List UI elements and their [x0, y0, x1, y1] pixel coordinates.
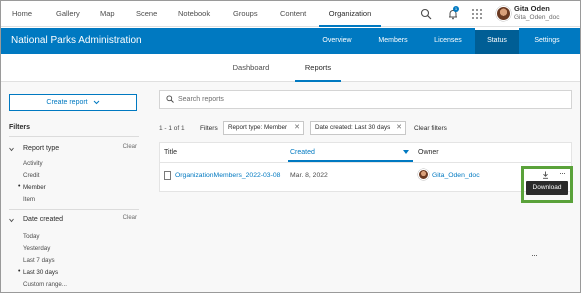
owner-avatar [418, 169, 429, 180]
filter-option-last-30-days[interactable]: Last 30 days [23, 269, 58, 276]
chevron-down-icon [93, 100, 99, 104]
filter-option-last-7-days[interactable]: Last 7 days [23, 257, 55, 264]
report-type-clear[interactable]: Clear [123, 144, 137, 150]
date-created-header[interactable]: Date created [23, 216, 63, 223]
content-area: Create report Filters Report type Clear … [1, 82, 580, 292]
top-navigation: Home Gallery Map Scene Notebook Groups C… [1, 1, 580, 27]
org-banner: National Parks Administration Overview M… [1, 28, 580, 54]
chip-label: Report type: Member [228, 124, 288, 131]
notification-badge: 1 [453, 6, 459, 12]
app-launcher-icon[interactable] [471, 8, 483, 20]
filter-option-credit[interactable]: Credit [23, 172, 40, 179]
nav-home[interactable]: Home [12, 1, 32, 27]
report-owner-link[interactable]: Gita_Oden_doc [432, 172, 480, 179]
filter-option-yesterday[interactable]: Yesterday [23, 245, 50, 252]
app-window: Home Gallery Map Scene Notebook Groups C… [0, 0, 581, 293]
nav-gallery[interactable]: Gallery [56, 1, 80, 27]
filter-option-custom-range[interactable]: Custom range... [23, 281, 67, 288]
filter-option-today[interactable]: Today [23, 233, 40, 240]
tab-licenses[interactable]: Licenses [421, 28, 475, 54]
search-input[interactable]: Search reports [159, 90, 572, 109]
column-header-created[interactable]: Created [290, 149, 315, 156]
nav-map[interactable]: Map [100, 1, 115, 27]
selected-bullet-icon: • [18, 183, 21, 190]
chevron-down-icon[interactable] [9, 218, 14, 223]
search-placeholder: Search reports [178, 96, 224, 103]
nav-groups[interactable]: Groups [233, 1, 258, 27]
download-tooltip: Download [526, 181, 568, 195]
report-created-date: Mar. 8, 2022 [290, 172, 328, 179]
header-divider [160, 162, 571, 163]
document-icon [164, 171, 171, 180]
create-report-button[interactable]: Create report [9, 94, 137, 111]
date-created-filter: Date created Clear Today Yesterday Last … [9, 209, 139, 291]
create-report-label: Create report [46, 99, 88, 106]
filter-option-item[interactable]: Item [23, 196, 35, 203]
report-type-header[interactable]: Report type [23, 145, 59, 152]
subtab-dashboard[interactable]: Dashboard [223, 54, 279, 82]
filters-title: Filters [9, 124, 31, 131]
clear-filters-link[interactable]: Clear filters [414, 125, 447, 132]
result-count: 1 - 1 of 1 [159, 125, 185, 132]
report-type-filter: Report type Clear Activity Credit • Memb… [9, 136, 139, 208]
subtab-reports[interactable]: Reports [295, 54, 341, 82]
filter-chip-report-type[interactable]: Report type: Member ✕ [223, 121, 304, 135]
sort-descending-icon[interactable] [403, 150, 409, 154]
user-name[interactable]: Gita Oden [514, 4, 550, 13]
filter-chip-date-created[interactable]: Date created: Last 30 days ✕ [310, 121, 406, 135]
chevron-down-icon[interactable] [9, 147, 14, 152]
chip-label: Date created: Last 30 days [315, 124, 391, 131]
search-icon [166, 95, 174, 103]
tab-members[interactable]: Members [365, 28, 421, 54]
user-username[interactable]: Gita_Oden_doc [514, 14, 560, 21]
selected-bullet-icon: • [18, 268, 21, 275]
close-icon[interactable]: ✕ [294, 122, 300, 134]
column-header-title[interactable]: Title [164, 149, 177, 156]
column-header-owner[interactable]: Owner [418, 149, 439, 156]
tab-status[interactable]: Status [475, 28, 519, 54]
search-icon[interactable] [420, 8, 432, 20]
filter-option-activity[interactable]: Activity [23, 160, 43, 167]
filters-label: Filters [200, 125, 218, 132]
tab-overview[interactable]: Overview [309, 28, 365, 54]
nav-notebook[interactable]: Notebook [178, 1, 210, 27]
user-avatar[interactable] [496, 6, 511, 21]
nav-organization[interactable]: Organization [319, 1, 381, 27]
nav-scene[interactable]: Scene [136, 1, 157, 27]
filter-option-member[interactable]: Member [23, 184, 46, 191]
sub-tabs: Dashboard Reports [1, 54, 580, 82]
report-title-link[interactable]: OrganizationMembers_2022-03-08 [175, 172, 280, 179]
nav-content[interactable]: Content [280, 1, 306, 27]
reports-table: Title Created Owner OrganizationMembers_… [159, 142, 572, 192]
org-title: National Parks Administration [11, 35, 142, 46]
close-icon[interactable]: ✕ [396, 122, 402, 134]
date-created-clear[interactable]: Clear [123, 215, 137, 221]
more-options-button[interactable]: ··· [531, 250, 538, 260]
tab-settings[interactable]: Settings [519, 28, 575, 54]
